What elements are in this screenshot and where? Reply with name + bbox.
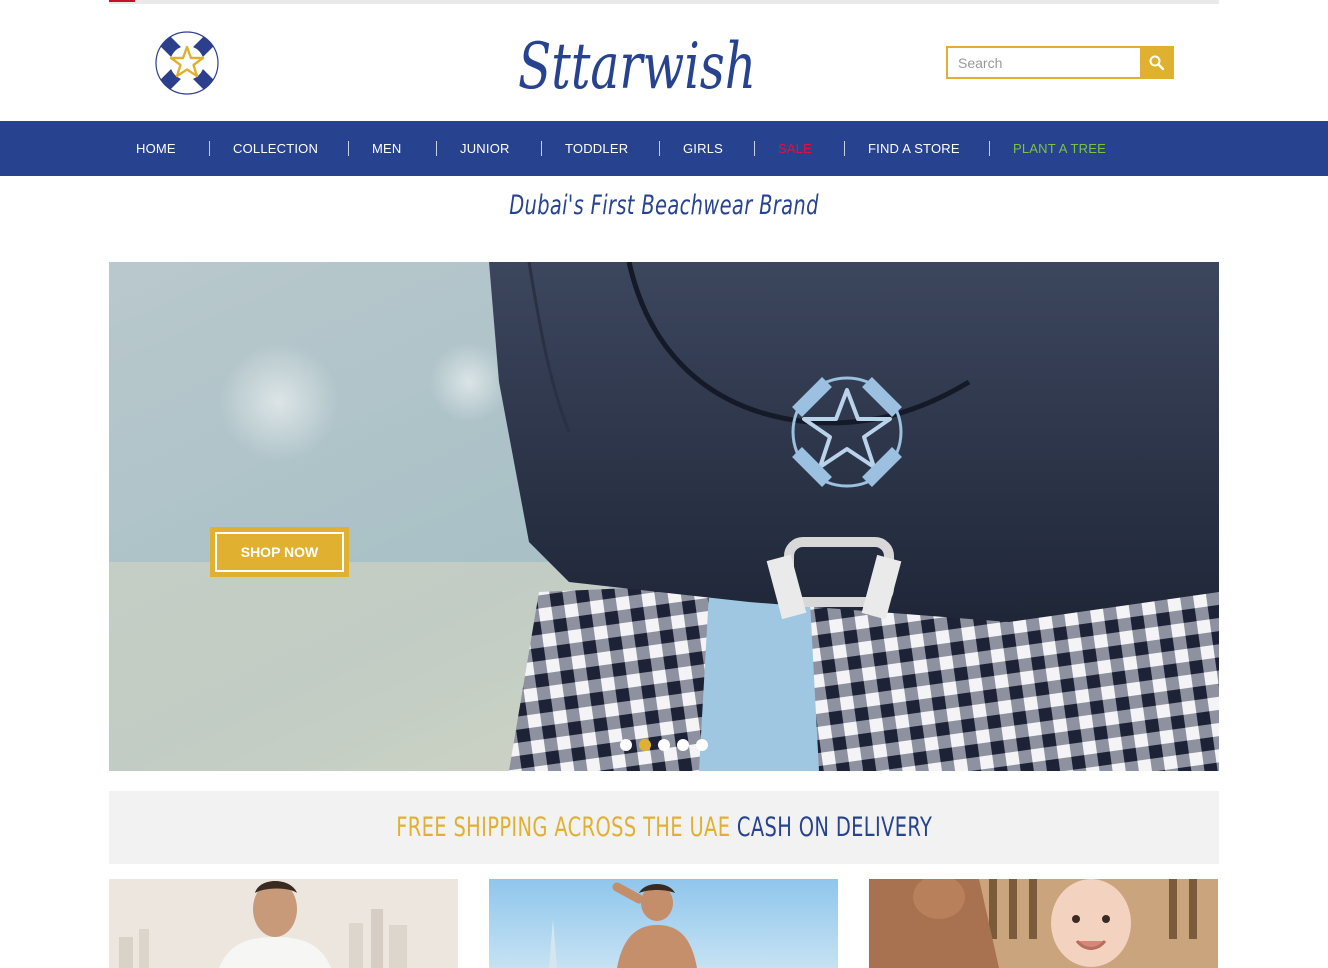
nav-item-find-a-store[interactable]: FIND A STORE [868,121,960,176]
nav-separator [541,141,542,156]
promo-free-shipping: FREE SHIPPING ACROSS THE UAE [395,812,731,843]
slider-dot[interactable] [696,739,708,751]
nav-item-men[interactable]: MEN [372,121,402,176]
search-button[interactable] [1140,46,1174,79]
nav-separator [348,141,349,156]
brand-logo-text: Sttarwish [518,30,756,104]
slider-dot[interactable] [677,739,689,751]
nav-separator [209,141,210,156]
product-tile-men[interactable] [109,879,458,968]
nav-separator [989,141,990,156]
nav-item-junior[interactable]: JUNIOR [460,121,510,176]
search-box [946,46,1174,79]
emblem-icon[interactable] [152,24,222,102]
nav-item-girls[interactable]: GIRLS [683,121,723,176]
nav-item-toddler[interactable]: TODDLER [565,121,628,176]
nav-item-home[interactable]: HOME [136,121,176,176]
main-nav: HOME COLLECTION MEN JUNIOR TODDLER GIRLS… [0,121,1328,176]
product-image [489,879,838,968]
slider-dot[interactable] [639,739,651,751]
flag-indicator[interactable] [109,0,135,2]
slider-dot[interactable] [658,739,670,751]
nav-item-collection[interactable]: COLLECTION [233,121,318,176]
nav-separator [844,141,845,156]
product-tile-junior[interactable] [489,879,838,968]
nav-separator [754,141,755,156]
tagline: Dubai's First Beachwear Brand [509,190,819,221]
brand-logo[interactable]: Sttarwish [514,18,764,104]
shop-now-button[interactable]: SHOP NOW [210,527,349,577]
nav-item-plant-a-tree[interactable]: PLANT A TREE [1013,121,1106,176]
nav-separator [436,141,437,156]
hero-image [109,262,1219,771]
product-image [109,879,458,968]
promo-banner: FREE SHIPPING ACROSS THE UAE CASH ON DEL… [109,791,1219,864]
search-icon [1149,55,1165,71]
nav-separator [659,141,660,156]
hero-slider[interactable] [109,262,1219,771]
site-header: Sttarwish [0,4,1328,121]
promo-text: FREE SHIPPING ACROSS THE UAE CASH ON DEL… [396,812,932,843]
product-image [869,879,1218,968]
search-input[interactable] [946,46,1140,79]
product-tile-toddler[interactable] [869,879,1218,968]
nav-item-sale[interactable]: SALE [778,121,812,176]
slider-dot[interactable] [620,739,632,751]
promo-cash-on-delivery: CASH ON DELIVERY [736,812,933,843]
